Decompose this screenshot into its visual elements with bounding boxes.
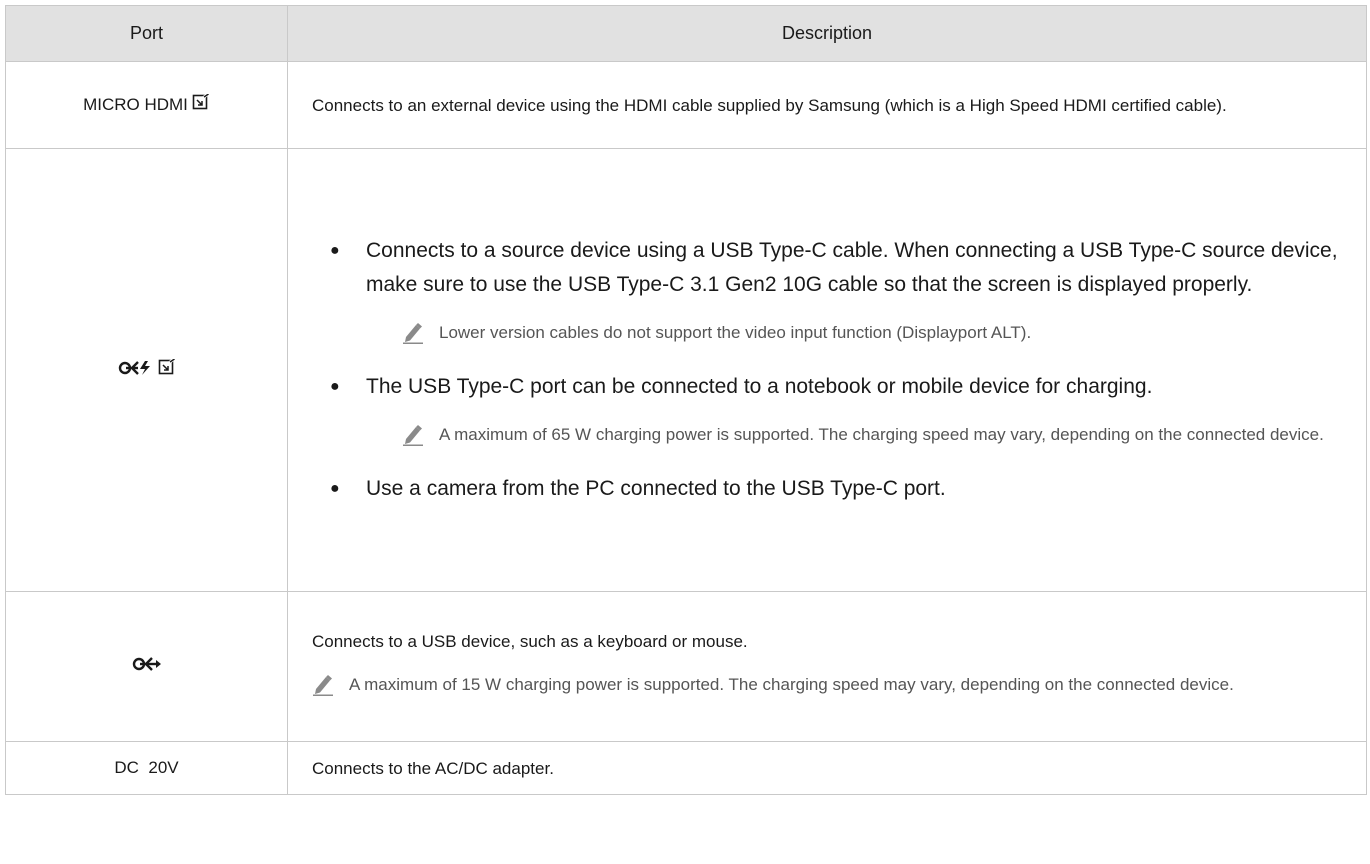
- port-label-dc: DC 20V: [114, 758, 179, 777]
- table-row-hdmi: MICRO HDMI Connects to an external devic…: [5, 61, 1367, 149]
- bullet-dot: ●: [330, 378, 340, 395]
- bullet-item-source: ● Connects to a source device using a US…: [330, 234, 1346, 302]
- note-item-65w: A maximum of 65 W charging power is supp…: [402, 420, 1346, 456]
- bullet-dot: ●: [330, 480, 340, 497]
- desc-cell-dc: Connects to the AC/DC adapter.: [287, 741, 1367, 795]
- note-item-lower-version: Lower version cables do not support the …: [402, 318, 1346, 354]
- desc-text-usb: Connects to a USB device, such as a keyb…: [312, 632, 748, 651]
- desc-cell-usb: Connects to a USB device, such as a keyb…: [287, 591, 1367, 742]
- port-cell-hdmi: MICRO HDMI: [5, 61, 288, 149]
- note-text-65w: A maximum of 65 W charging power is supp…: [439, 425, 1324, 444]
- desc-text-hdmi: Connects to an external device using the…: [312, 95, 1227, 115]
- bullet-dot: ●: [330, 242, 340, 259]
- pencil-icon: [312, 670, 349, 706]
- port-cell-dc: DC 20V: [5, 741, 288, 795]
- note-text-lower-version: Lower version cables do not support the …: [439, 323, 1032, 342]
- port-cell-usb: [5, 591, 288, 742]
- table-header-row: Port Description: [5, 5, 1367, 62]
- note-item-15w: A maximum of 15 W charging power is supp…: [312, 670, 1346, 706]
- port-spec-table: Port Description MICRO HDMI Connects to …: [5, 5, 1367, 795]
- pencil-icon: [402, 420, 439, 456]
- bullet-text-charging: The USB Type-C port can be connected to …: [366, 375, 1153, 398]
- port-cell-typec: [5, 148, 288, 592]
- bullet-text-camera: Use a camera from the PC connected to th…: [366, 477, 946, 500]
- usb-power-icon: [118, 360, 154, 381]
- table-row-typec: ● Connects to a source device using a US…: [5, 148, 1367, 592]
- pencil-icon: [402, 318, 439, 354]
- hdmi-signal-icon: [192, 91, 210, 116]
- table-row-usb: Connects to a USB device, such as a keyb…: [5, 591, 1367, 742]
- desc-text-dc: Connects to the AC/DC adapter.: [312, 758, 554, 778]
- bullet-item-charging: ● The USB Type-C port can be connected t…: [330, 370, 1346, 404]
- header-description: Description: [287, 5, 1367, 62]
- bullet-text-source: Connects to a source device using a USB …: [366, 239, 1338, 296]
- usb-icon: [132, 656, 162, 677]
- signal-input-icon: [158, 356, 176, 381]
- header-port: Port: [5, 5, 288, 62]
- note-text-15w: A maximum of 15 W charging power is supp…: [349, 675, 1234, 694]
- port-label-hdmi: MICRO HDMI: [83, 95, 188, 114]
- desc-cell-typec: ● Connects to a source device using a US…: [287, 148, 1367, 592]
- bullet-item-camera: ● Use a camera from the PC connected to …: [330, 472, 1346, 506]
- desc-cell-hdmi: Connects to an external device using the…: [287, 61, 1367, 149]
- table-row-dc: DC 20V Connects to the AC/DC adapter.: [5, 741, 1367, 795]
